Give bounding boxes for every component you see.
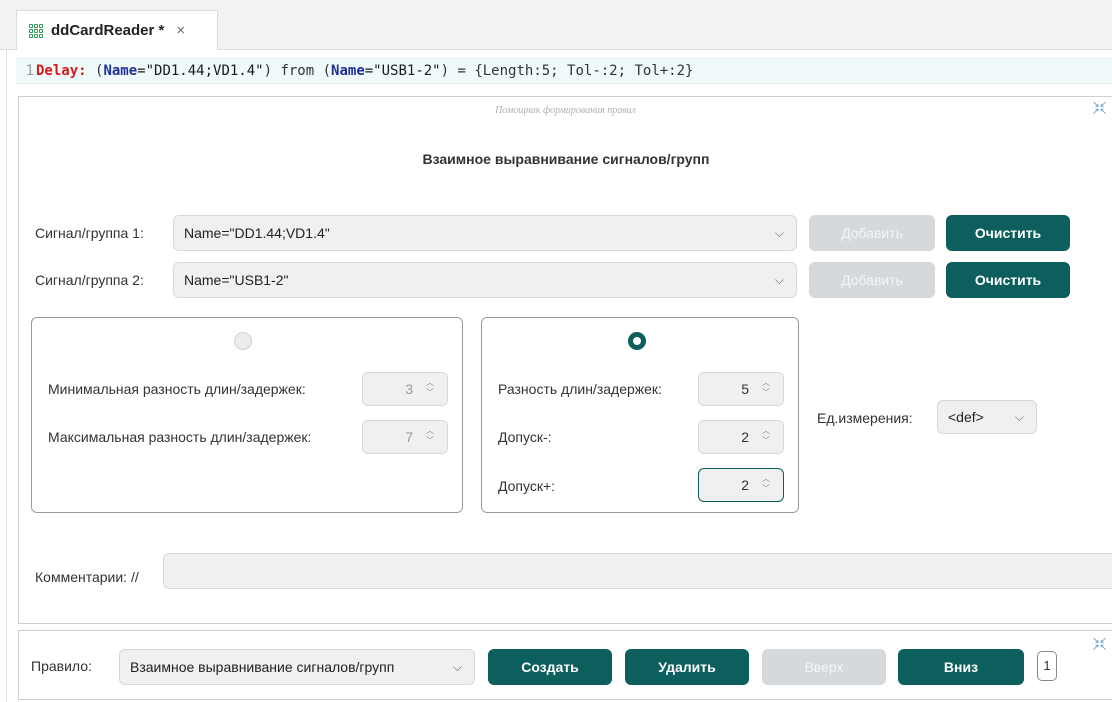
signal1-label: Сигнал/группа 1: (35, 225, 144, 241)
helper-caption: Помощник формирования правил (495, 105, 636, 116)
stepper-arrows-icon[interactable]: ︿ ﹀ (425, 378, 435, 398)
signal1-clear-button[interactable]: Очистить (946, 215, 1070, 251)
code-text: ) = {Length:5; Tol-:2; Tol+:2} (440, 63, 694, 79)
rule-bar: ↘↙ ↗↖ Правило: Взаимное выравнивание сигн… (18, 630, 1112, 700)
signal2-label: Сигнал/группа 2: (35, 272, 144, 288)
tab-bar: ddCardReader * × (0, 0, 1112, 50)
max-diff-value: 7 (405, 429, 413, 445)
line-number: 1 (25, 63, 34, 79)
tab-title: ddCardReader * (51, 22, 165, 39)
comment-label: Комментарии: // (35, 569, 139, 585)
rule-helper-panel: Помощник формирования правил ↘↙ ↗↖ Взаимн… (18, 96, 1112, 624)
tol-minus-value: 2 (741, 429, 749, 445)
rule-code-line[interactable]: 1 Delay: (Name="DD1.44;VD1.4") from (Name… (16, 58, 1112, 84)
signal2-value: Name="USB1-2" (184, 272, 289, 288)
stepper-arrows-icon[interactable]: ︿ ﹀ (761, 474, 771, 494)
exact-mode-radio[interactable] (628, 332, 646, 350)
min-diff-label: Минимальная разность длин/задержек: (48, 381, 306, 397)
code-string: ="USB1-2" (364, 63, 441, 79)
chevron-down-icon: ⌵ (452, 660, 462, 674)
left-gutter-line (6, 0, 7, 702)
code-text: ) from ( (263, 63, 332, 79)
code-keyword-name: Name (331, 63, 365, 79)
range-mode-radio[interactable] (234, 332, 252, 350)
diff-label: Разность длин/задержек: (498, 381, 662, 397)
tol-minus-label: Допуск-: (498, 429, 552, 445)
range-mode-box: Минимальная разность длин/задержек: 3 ︿ ﹀… (31, 317, 463, 513)
collapse-icon[interactable]: ↘↙ ↗↖ (1092, 100, 1107, 116)
signal2-add-button[interactable]: Добавить (809, 262, 935, 298)
code-keyword-delay: Delay: (36, 63, 87, 79)
diff-stepper[interactable]: 5 ︿ ﹀ (698, 372, 784, 406)
tol-plus-stepper[interactable]: 2 ︿ ﹀ (698, 468, 784, 502)
signal2-clear-button[interactable]: Очистить (946, 262, 1070, 298)
rule-select[interactable]: Взаимное выравнивание сигналов/групп ⌵ (119, 649, 475, 685)
tab-ddcardreader[interactable]: ddCardReader * × (16, 10, 218, 50)
comment-input[interactable] (163, 553, 1112, 589)
stepper-arrows-icon[interactable]: ︿ ﹀ (761, 378, 771, 398)
diff-value: 5 (741, 381, 749, 397)
exact-mode-box: Разность длин/задержек: 5 ︿ ﹀ Допуск-: 2 … (481, 317, 799, 513)
code-keyword-name: Name (103, 63, 138, 79)
signal1-value: Name="DD1.44;VD1.4" (184, 225, 330, 241)
chevron-down-icon: ⌵ (1014, 410, 1024, 424)
signal1-add-button[interactable]: Добавить (809, 215, 935, 251)
collapse-icon[interactable]: ↘↙ ↗↖ (1092, 636, 1107, 652)
create-button[interactable]: Создать (488, 649, 612, 685)
tol-minus-stepper[interactable]: 2 ︿ ﹀ (698, 420, 784, 454)
min-diff-value: 3 (405, 381, 413, 397)
move-down-button[interactable]: Вниз (898, 649, 1024, 685)
close-icon[interactable]: × (176, 22, 185, 39)
min-diff-stepper[interactable]: 3 ︿ ﹀ (362, 372, 448, 406)
rule-index-badge: 1 (1037, 651, 1057, 681)
code-string: ="DD1.44;VD1.4" (137, 63, 264, 79)
chevron-down-icon: ⌵ (774, 273, 784, 287)
tol-plus-value: 2 (741, 477, 749, 493)
code-text: ( (86, 63, 104, 79)
schematic-icon (29, 23, 43, 38)
signal2-select[interactable]: Name="USB1-2" ⌵ (173, 262, 797, 298)
stepper-arrows-icon[interactable]: ︿ ﹀ (761, 426, 771, 446)
signal1-select[interactable]: Name="DD1.44;VD1.4" ⌵ (173, 215, 797, 251)
unit-label: Ед.измерения: (817, 410, 913, 426)
rule-label: Правило: (31, 658, 92, 674)
unit-value: <def> (948, 409, 984, 425)
stepper-arrows-icon[interactable]: ︿ ﹀ (425, 426, 435, 446)
max-diff-stepper[interactable]: 7 ︿ ﹀ (362, 420, 448, 454)
unit-select[interactable]: <def> ⌵ (937, 400, 1037, 434)
helper-title: Взаимное выравнивание сигналов/групп (422, 151, 710, 167)
chevron-down-icon: ⌵ (774, 226, 784, 240)
max-diff-label: Максимальная разность длин/задержек: (48, 429, 312, 445)
delete-button[interactable]: Удалить (625, 649, 749, 685)
tol-plus-label: Допуск+: (498, 478, 556, 494)
move-up-button[interactable]: Вверх (762, 649, 886, 685)
rule-value: Взаимное выравнивание сигналов/групп (130, 659, 395, 675)
